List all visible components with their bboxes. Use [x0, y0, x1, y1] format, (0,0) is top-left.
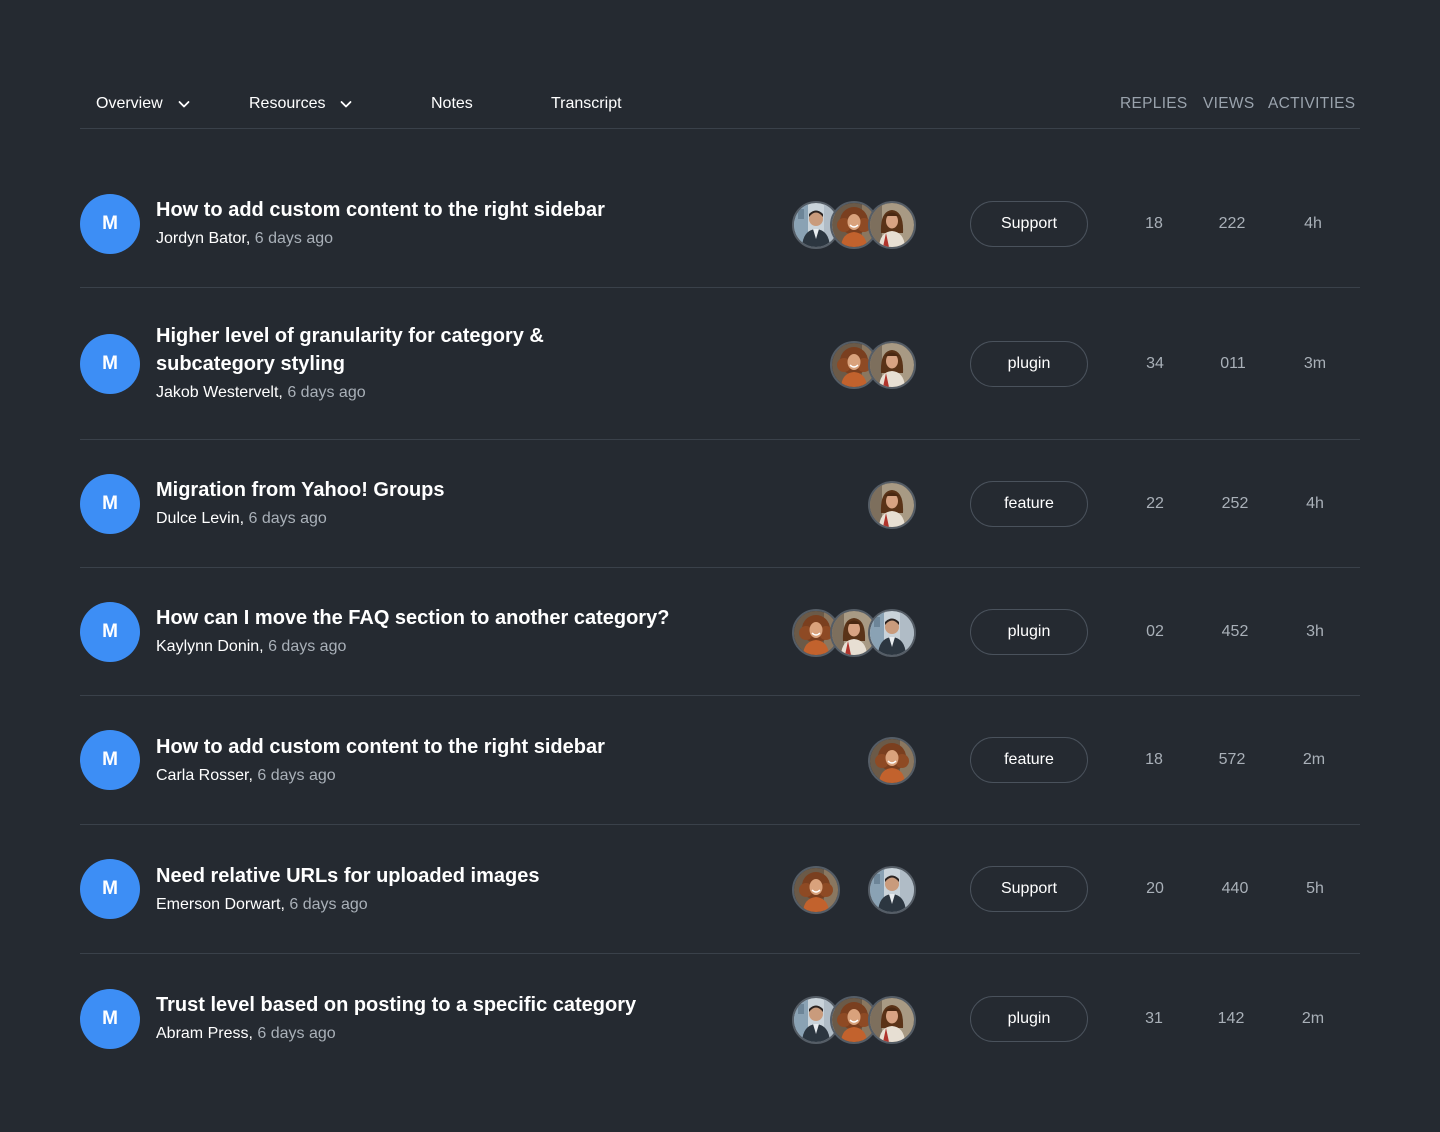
topic-info: Higher level of granularity for category…: [156, 322, 576, 404]
chevron-down-icon: [177, 97, 191, 111]
views-count: 572: [1218, 751, 1246, 768]
participant-avatar[interactable]: [868, 481, 916, 529]
participant-avatar[interactable]: [868, 996, 916, 1044]
column-header-replies[interactable]: REPLIES: [1120, 80, 1188, 128]
topic-time: 6 days ago: [287, 384, 366, 401]
topic-author[interactable]: Jordyn Bator,: [156, 230, 250, 247]
topic-info: Need relative URLs for uploaded images E…: [156, 862, 716, 916]
topic-time: 6 days ago: [254, 230, 334, 247]
topic-author[interactable]: Carla Rosser,: [156, 767, 253, 784]
tab-label: Transcript: [551, 95, 622, 112]
topic-title[interactable]: Migration from Yahoo! Groups: [156, 476, 716, 504]
tab-label: Notes: [431, 95, 473, 112]
avatar[interactable]: M: [80, 474, 140, 534]
topic-time: 6 days ago: [257, 1025, 336, 1042]
views-count: 222: [1218, 215, 1246, 232]
avatar[interactable]: M: [80, 602, 140, 662]
topic-time: 6 days ago: [257, 767, 336, 784]
topic-title[interactable]: Trust level based on posting to a specif…: [156, 991, 716, 1019]
topic-info: Trust level based on posting to a specif…: [156, 991, 716, 1045]
participant-avatar[interactable]: [868, 737, 916, 785]
topic-author[interactable]: Emerson Dorwart,: [156, 896, 285, 913]
participant-avatar[interactable]: [868, 609, 916, 657]
category-tag[interactable]: Support: [970, 201, 1088, 247]
topic-title[interactable]: Need relative URLs for uploaded images: [156, 862, 716, 890]
topic-author[interactable]: Jakob Westervelt,: [156, 384, 283, 401]
views-count: 142: [1217, 1010, 1245, 1027]
participant-avatar[interactable]: [868, 866, 916, 914]
topic-title[interactable]: How can I move the FAQ section to anothe…: [156, 604, 716, 632]
replies-count: 22: [1146, 495, 1164, 512]
replies-count: 20: [1146, 880, 1164, 897]
tab-resources[interactable]: Resources: [249, 80, 353, 128]
tab-label: Resources: [249, 95, 326, 112]
views-count: 440: [1221, 880, 1249, 897]
topic-time: 6 days ago: [289, 896, 368, 913]
views-count: 452: [1221, 623, 1249, 640]
participant-avatar[interactable]: [868, 201, 916, 249]
topic-title[interactable]: How to add custom content to the right s…: [156, 733, 716, 761]
topic-time: 6 days ago: [268, 638, 347, 655]
activity-time: 2m: [1301, 1010, 1325, 1027]
topic-row: M Higher level of granularity for catego…: [80, 288, 1360, 440]
topic-row: M How can I move the FAQ section to anot…: [80, 568, 1360, 696]
tab-overview[interactable]: Overview: [96, 80, 191, 128]
replies-count: 34: [1146, 355, 1164, 372]
topic-author[interactable]: Kaylynn Donin,: [156, 638, 264, 655]
category-tag[interactable]: plugin: [970, 609, 1088, 655]
category-tag[interactable]: plugin: [970, 996, 1088, 1042]
replies-count: 02: [1146, 623, 1164, 640]
topic-time: 6 days ago: [248, 510, 327, 527]
avatar[interactable]: M: [80, 989, 140, 1049]
avatar[interactable]: M: [80, 194, 140, 254]
activity-time: 4h: [1304, 215, 1322, 232]
avatar[interactable]: M: [80, 730, 140, 790]
topic-info: How to add custom content to the right s…: [156, 733, 716, 787]
avatar[interactable]: M: [80, 334, 140, 394]
topic-title[interactable]: Higher level of granularity for category…: [156, 322, 576, 378]
views-count: 011: [1220, 355, 1246, 372]
category-tag[interactable]: plugin: [970, 341, 1088, 387]
replies-count: 18: [1145, 215, 1163, 232]
topic-info: How can I move the FAQ section to anothe…: [156, 604, 716, 658]
topic-author[interactable]: Dulce Levin,: [156, 510, 244, 527]
topic-row: M How to add custom content to the right…: [80, 696, 1360, 825]
column-header-views[interactable]: VIEWS: [1203, 80, 1254, 128]
views-count: 252: [1221, 495, 1249, 512]
tab-transcript[interactable]: Transcript: [551, 80, 622, 128]
topic-title[interactable]: How to add custom content to the right s…: [156, 196, 716, 224]
participant-avatar[interactable]: [868, 341, 916, 389]
activity-time: 4h: [1306, 495, 1324, 512]
topic-row: M Trust level based on posting to a spec…: [80, 954, 1360, 1084]
category-tag[interactable]: feature: [970, 481, 1088, 527]
activity-time: 3m: [1303, 355, 1327, 372]
participant-avatar[interactable]: [792, 866, 840, 914]
tab-notes[interactable]: Notes: [431, 80, 473, 128]
topic-author[interactable]: Abram Press,: [156, 1025, 253, 1042]
replies-count: 18: [1145, 751, 1163, 768]
activity-time: 2m: [1302, 751, 1326, 768]
column-header-activities[interactable]: ACTIVITIES: [1268, 80, 1355, 128]
category-tag[interactable]: Support: [970, 866, 1088, 912]
chevron-down-icon: [339, 97, 353, 111]
topic-row: M How to add custom content to the right…: [80, 128, 1360, 288]
tab-label: Overview: [96, 95, 163, 112]
activity-time: 3h: [1306, 623, 1324, 640]
topic-list-header: Overview Resources Notes Transcript REPL…: [80, 80, 1360, 129]
topic-info: Migration from Yahoo! Groups Dulce Levin…: [156, 476, 716, 530]
topic-row: M Migration from Yahoo! Groups Dulce Lev…: [80, 440, 1360, 568]
activity-time: 5h: [1306, 880, 1324, 897]
replies-count: 31: [1145, 1010, 1163, 1027]
avatar[interactable]: M: [80, 859, 140, 919]
topic-info: How to add custom content to the right s…: [156, 196, 716, 250]
topic-row: M Need relative URLs for uploaded images…: [80, 825, 1360, 954]
category-tag[interactable]: feature: [970, 737, 1088, 783]
